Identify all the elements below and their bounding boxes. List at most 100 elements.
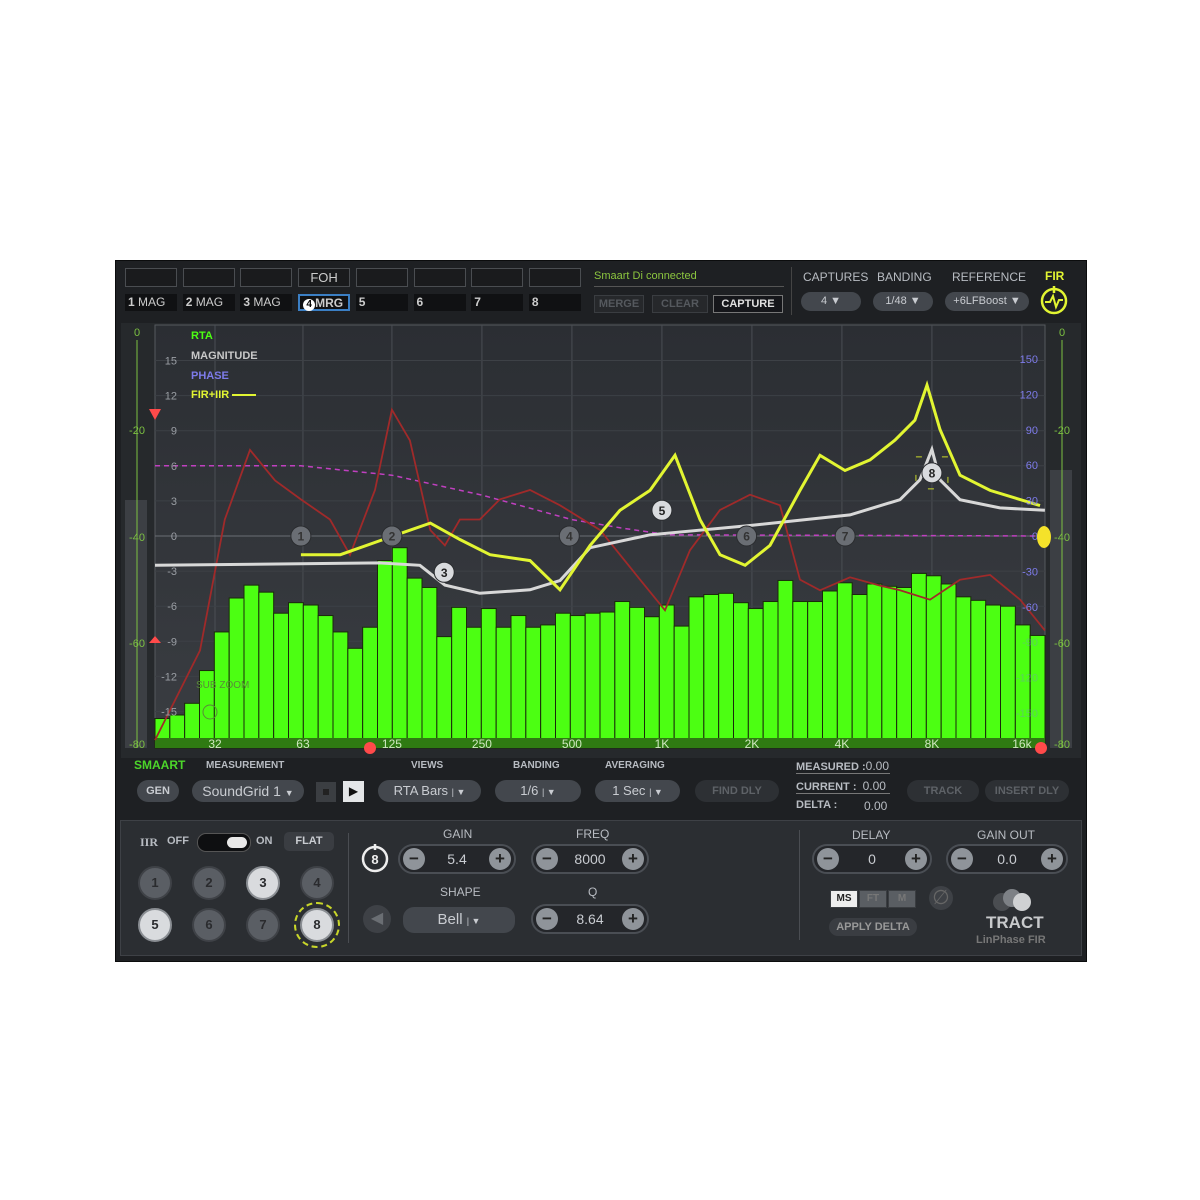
meter-tick-label: -60 xyxy=(1054,638,1070,650)
band-button-7[interactable]: 7 xyxy=(246,908,280,942)
x-tick-label: 8K xyxy=(925,737,940,751)
speaker-mute-icon[interactable]: ◀ xyxy=(363,905,391,933)
current-readout: CURRENT : 0.00 xyxy=(796,779,890,794)
capture-name-field[interactable] xyxy=(240,268,293,287)
freq-stepper[interactable]: −8000 + xyxy=(531,844,649,874)
capture-name-field[interactable] xyxy=(528,268,581,287)
find-delay-button[interactable]: FIND DLY xyxy=(695,780,779,802)
legend-magnitude[interactable]: MAGNITUDE xyxy=(191,350,258,362)
rta-bar xyxy=(569,615,586,749)
smaart-banding-dropdown[interactable]: 1/6 | ▼ xyxy=(495,780,581,802)
band-power-icon[interactable]: 8 xyxy=(360,844,390,874)
rta-bar xyxy=(391,547,408,749)
flat-button[interactable]: FLAT xyxy=(284,832,334,851)
insert-delay-button[interactable]: INSERT DLY xyxy=(985,780,1069,802)
unit-ms-button[interactable]: MS xyxy=(830,890,858,908)
band-button-3[interactable]: 3 xyxy=(246,866,280,900)
capture-name-field[interactable] xyxy=(355,268,408,287)
q-stepper[interactable]: −8.64 + xyxy=(531,904,649,934)
high-freq-handle[interactable] xyxy=(1035,742,1047,754)
capture-slot-2[interactable]: 2 MAG xyxy=(182,294,235,311)
track-button[interactable]: TRACK xyxy=(907,780,979,802)
averaging-value: 1 Sec xyxy=(612,783,646,798)
minus-icon[interactable]: − xyxy=(536,848,558,870)
gain-value[interactable]: 5.4 xyxy=(428,851,486,867)
measurement-dropdown[interactable]: SoundGrid 1 ▼ xyxy=(192,780,304,802)
capture-slot-5[interactable]: 5 xyxy=(355,294,408,311)
play-button[interactable]: ▶ xyxy=(343,781,364,802)
unit-m-button[interactable]: M xyxy=(888,890,916,908)
delay-stepper[interactable]: −0 + xyxy=(812,844,932,874)
band-button-6[interactable]: 6 xyxy=(192,908,226,942)
rta-bar xyxy=(540,624,557,749)
plus-icon[interactable]: + xyxy=(622,908,644,930)
gain-stepper[interactable]: −5.4 + xyxy=(398,844,516,874)
q-label: Q xyxy=(588,885,598,899)
slot-label: 7 xyxy=(474,295,481,309)
freq-value[interactable]: 8000 xyxy=(561,851,619,867)
minus-icon[interactable]: − xyxy=(817,848,839,870)
reference-dropdown[interactable]: +6LFBoost ▼ xyxy=(945,292,1029,311)
banding-dropdown[interactable]: 1/48 ▼ xyxy=(873,292,933,311)
capture-name-field[interactable]: FOH xyxy=(298,268,351,287)
delay-label: DELAY xyxy=(852,828,891,842)
capture-name-field[interactable] xyxy=(182,268,235,287)
apply-delta-button[interactable]: APPLY DELTA xyxy=(829,918,917,936)
x-tick-label: 63 xyxy=(296,737,310,751)
legend-phase[interactable]: PHASE xyxy=(191,370,229,382)
eq-band-node-label: 3 xyxy=(441,566,448,580)
plus-icon[interactable]: + xyxy=(1041,848,1063,870)
capture-slot-8[interactable]: 8 xyxy=(528,294,581,311)
capture-slot-7[interactable]: 7 xyxy=(471,294,524,311)
divider xyxy=(594,286,784,287)
rta-bar xyxy=(466,626,482,749)
band-button-8[interactable]: 8 xyxy=(294,902,340,948)
rta-bar xyxy=(1029,634,1046,749)
unit-ft-button[interactable]: FT xyxy=(859,890,887,908)
capture-name-field[interactable] xyxy=(125,268,177,287)
legend-firiir[interactable]: FIR+IIR xyxy=(191,389,257,401)
reference-label: REFERENCE xyxy=(952,270,1027,284)
phase-offset-handle[interactable] xyxy=(1037,526,1051,548)
gen-button[interactable]: GEN xyxy=(137,780,179,802)
capture-slot-3[interactable]: 3 MAG xyxy=(240,294,293,311)
plus-icon[interactable]: + xyxy=(489,848,511,870)
capture-name-field[interactable] xyxy=(471,268,524,287)
y2-tick-label: 120 xyxy=(1020,389,1038,401)
q-value[interactable]: 8.64 xyxy=(561,911,619,927)
iir-toggle[interactable] xyxy=(197,833,251,852)
plus-icon[interactable]: + xyxy=(905,848,927,870)
captures-dropdown[interactable]: 4 ▼ xyxy=(801,292,861,311)
delay-value[interactable]: 0 xyxy=(842,851,902,867)
band-button-1[interactable]: 1 xyxy=(138,866,172,900)
low-freq-handle[interactable] xyxy=(364,742,376,754)
views-dropdown[interactable]: RTA Bars | ▼ xyxy=(378,780,481,802)
phase-invert-icon[interactable]: ∅ xyxy=(929,886,953,910)
x-tick-label: 250 xyxy=(472,737,492,751)
minus-icon[interactable]: − xyxy=(403,848,425,870)
merge-button[interactable]: MERGE xyxy=(594,295,644,313)
capture-button[interactable]: CAPTURE xyxy=(713,295,783,313)
analyzer-chart[interactable]: 15129630-3-6-9-12-151501209060300-30-60-… xyxy=(120,322,1080,757)
capture-slot-4[interactable]: 4 MRG xyxy=(298,294,351,311)
band-button-5[interactable]: 5 xyxy=(138,908,172,942)
plus-icon[interactable]: + xyxy=(622,848,644,870)
minus-icon[interactable]: − xyxy=(951,848,973,870)
legend-rta[interactable]: RTA xyxy=(191,330,213,342)
minus-icon[interactable]: − xyxy=(536,908,558,930)
band-button-2[interactable]: 2 xyxy=(192,866,226,900)
rta-bar xyxy=(317,615,334,749)
fir-power-icon[interactable] xyxy=(1038,285,1070,317)
gain-out-stepper[interactable]: −0.0 + xyxy=(946,844,1068,874)
shape-dropdown[interactable]: Bell | ▼ xyxy=(403,907,515,933)
y-tick-label: 12 xyxy=(165,391,177,403)
band-button-4[interactable]: 4 xyxy=(300,866,334,900)
capture-slot-6[interactable]: 6 xyxy=(413,294,466,311)
capture-slot-1[interactable]: 1 MAG xyxy=(125,294,177,311)
capture-name-field[interactable] xyxy=(413,268,466,287)
stop-button[interactable] xyxy=(316,782,336,802)
gain-out-value[interactable]: 0.0 xyxy=(976,851,1038,867)
clear-button[interactable]: CLEAR xyxy=(652,295,708,313)
averaging-dropdown[interactable]: 1 Sec | ▼ xyxy=(595,780,680,802)
slot-label: MRG xyxy=(315,296,344,310)
